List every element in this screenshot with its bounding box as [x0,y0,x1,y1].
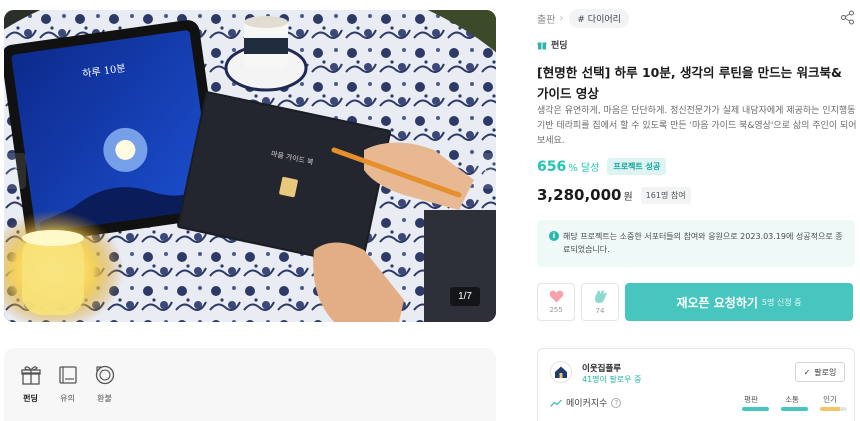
product-image-gallery[interactable]: 하루 10분 마음 가이드 북 ‹ › 1/7 [4,10,496,322]
breadcrumb: 출판 › # 다이어리 [537,9,629,28]
metric-popularity-bar [820,407,847,411]
funded-amount: 3,280,000 [537,186,622,204]
maker-index-label: 메이커지수 [566,399,608,409]
maker-index: 메이커지수 ? [550,396,622,409]
trend-up-icon [550,399,562,407]
metric-reputation-bar [742,407,769,411]
chevron-right-icon: › [559,13,564,24]
share-icon[interactable] [840,10,855,25]
cheer-count: 74 [595,307,605,315]
clap-hand-icon [594,290,607,303]
project-ended-notice: i 해당 프로젝트는 소중한 서포터들의 참여와 응원으로 2023.03.19… [537,220,855,267]
gift-icon [20,366,41,385]
help-icon[interactable]: ? [611,397,622,408]
tab-funding[interactable]: 펀딩 [12,348,49,421]
supporter-count: 161명 참여 [640,186,691,204]
heart-icon [549,290,563,303]
achievement-suffix: % 달성 [568,163,600,174]
following-button-label: 팔로잉 [814,367,837,377]
gift-icon [537,42,547,49]
metric-communication-bar [781,407,808,411]
product-photo: 하루 10분 마음 가이드 북 [4,10,496,322]
info-tab-bar: 펀딩 유의 환불 [4,348,496,421]
funding-type-badge: 펀딩 [537,38,568,51]
maker-card: 이웃집플루 41명이 팔로우 중 ✓ 팔로잉 메이커지수 ? 평판 소통 인기 [537,348,855,421]
maker-follower-count: 41명이 팔로우 중 [582,375,642,384]
following-button[interactable]: ✓ 팔로잉 [795,362,845,382]
next-image-button[interactable]: › [474,153,496,189]
reopen-request-button[interactable]: 재오픈 요청하기 5명 신청 중 [625,283,853,321]
tab-funding-label: 펀딩 [23,394,38,403]
previous-image-button[interactable]: ‹ [4,153,26,189]
chevron-right-icon: › [482,163,488,179]
book-icon [58,366,77,384]
funding-badge-label: 펀딩 [551,41,568,51]
metric-popularity-label: 인기 [823,395,837,404]
status-badge: 프로젝트 성공 [607,158,667,175]
tab-refund[interactable]: 환불 [86,348,123,421]
cheer-button[interactable]: 74 [581,283,619,321]
avatar[interactable] [550,361,572,383]
check-icon: ✓ [803,367,811,377]
tab-notes-label: 유의 [60,394,75,403]
chevron-left-icon: ‹ [12,163,18,179]
metric-reputation-label: 평판 [744,395,758,404]
funded-amount-unit: 원 [623,191,633,203]
tab-notes[interactable]: 유의 [49,348,86,421]
project-title: [현명한 선택] 하루 10분, 생각의 루틴을 만드는 워크북&가이드 영상 [537,65,842,101]
breadcrumb-category-link[interactable]: 출판 [537,11,555,26]
amount-row: 3,280,000 원 161명 참여 [537,186,691,204]
tab-refund-label: 환불 [97,394,112,403]
project-description: 생각은 유연하게, 마음은 단단하게. 정신전문가가 실제 내담자에게 제공하는… [537,106,857,146]
notice-text: 해당 프로젝트는 소중한 서포터들의 참여와 응원으로 2023.03.19에 … [563,232,843,254]
reopen-request-count: 5명 신청 중 [761,297,802,307]
image-counter: 1/7 [450,287,480,306]
reopen-request-label: 재오픈 요청하기 [676,295,758,310]
like-count: 255 [549,306,563,314]
achievement-row: 656 % 달성 프로젝트 성공 [537,158,667,175]
tag-chip[interactable]: # 다이어리 [569,9,629,28]
info-icon: i [549,231,559,241]
house-logo-icon [555,366,567,378]
action-row: 255 74 재오픈 요청하기 5명 신청 중 [537,283,853,321]
metric-communication-label: 소통 [785,395,799,404]
refund-icon [95,365,114,385]
achievement-rate: 656 [537,158,567,175]
like-button[interactable]: 255 [537,283,575,321]
maker-name[interactable]: 이웃집플루 [582,362,621,374]
